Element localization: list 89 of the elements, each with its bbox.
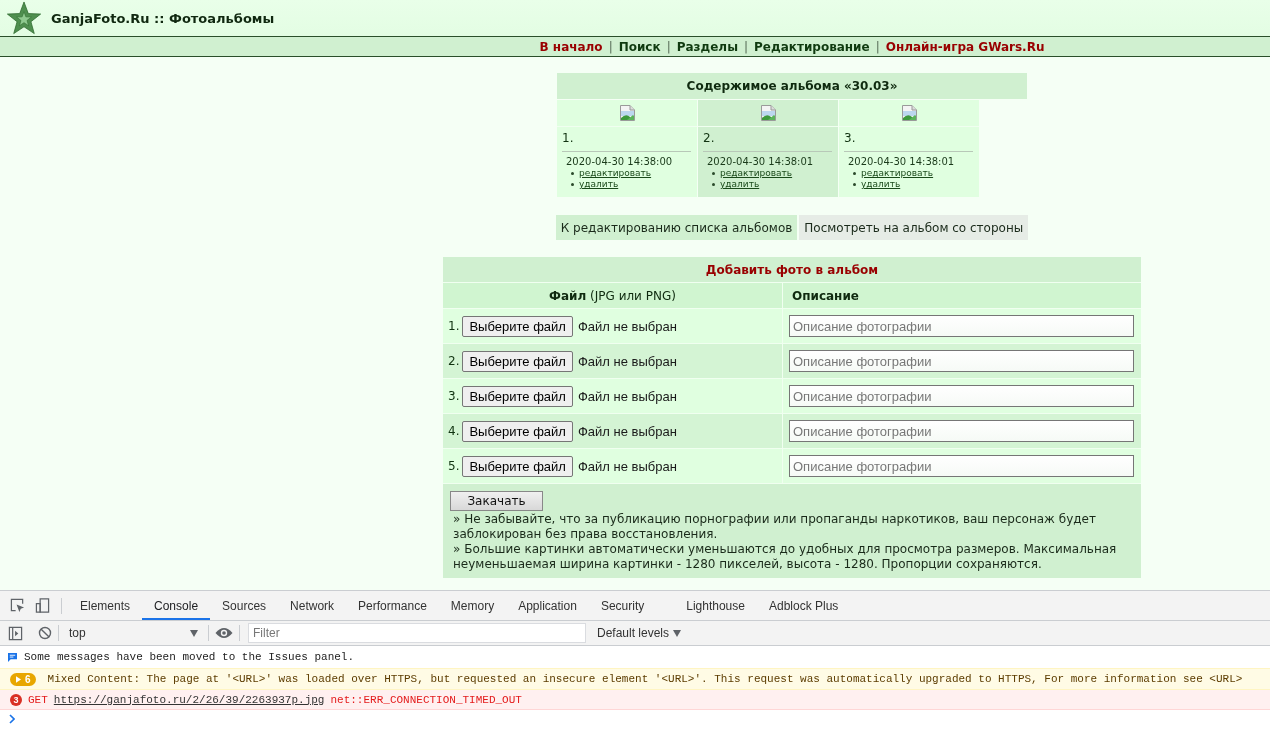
bullet-icon	[853, 183, 856, 186]
device-toolbar-icon[interactable]	[35, 598, 50, 613]
caret-icon	[190, 629, 198, 637]
devtools-tab[interactable]: Elements	[68, 591, 143, 620]
row-number: 1.	[448, 319, 460, 333]
nav-link[interactable]: Поиск	[618, 39, 661, 54]
prompt-chevron-icon[interactable]	[9, 714, 15, 724]
choose-file-button[interactable]: Выберите файл	[462, 350, 573, 372]
file-status: Файл не выбран	[577, 458, 677, 474]
error-count-badge: 3	[10, 693, 22, 706]
star-logo-icon	[6, 1, 42, 35]
caret-icon	[673, 629, 682, 637]
devtools-tab[interactable]: Application	[506, 591, 589, 620]
photo-action-link[interactable]: редактировать	[861, 168, 934, 179]
photo-date: 2020-04-30 14:38:01	[706, 156, 815, 168]
nav-link[interactable]: Разделы	[676, 39, 738, 54]
row-number: 5.	[448, 459, 460, 473]
console-message: Some messages have been moved to the Issues panel.	[24, 651, 355, 663]
row-number: 3.	[448, 389, 460, 403]
description-field[interactable]: Описание фотографии	[789, 315, 1134, 337]
nav-separator: |	[744, 39, 749, 54]
upload-button[interactable]: Закачать	[450, 491, 543, 511]
bullet-icon	[571, 183, 574, 186]
devtools-tab[interactable]: Network	[278, 591, 347, 620]
photo-action-link[interactable]: удалить	[720, 179, 760, 190]
devtools-tab[interactable]: Sources	[210, 591, 279, 620]
devtools-tab[interactable]: Lighthouse	[656, 591, 757, 620]
upload-title: Добавить фото в альбом	[443, 257, 1141, 282]
nav-link[interactable]: Онлайн-игра GWars.Ru	[885, 39, 1045, 54]
description-field[interactable]: Описание фотографии	[789, 455, 1134, 477]
photo-action-link[interactable]: удалить	[861, 179, 901, 190]
nav-separator: |	[666, 39, 671, 54]
photo-number: 2.	[703, 131, 832, 152]
nav-link[interactable]: В начало	[539, 39, 603, 54]
log-levels-select[interactable]: Default levels	[591, 625, 688, 641]
choose-file-button[interactable]: Выберите файл	[462, 455, 573, 477]
message-icon	[8, 652, 17, 662]
column-header: Файл (JPG или PNG)	[443, 283, 782, 308]
request-url-link[interactable]: https://ganjafoto.ru/2/26/39/2263937p.jpg	[53, 693, 325, 706]
description-field[interactable]: Описание фотографии	[789, 420, 1134, 442]
bullet-icon	[571, 172, 574, 175]
album-nav-button[interactable]: Посмотреть на альбом со стороны	[799, 215, 1029, 240]
bullet-icon	[712, 183, 715, 186]
broken-image-icon	[619, 105, 635, 121]
devtools-tab[interactable]: Adblock Plus	[756, 591, 851, 620]
bullet-icon	[853, 172, 856, 175]
console-error: net::ERR_CONNECTION_TIMED_OUT	[330, 693, 522, 706]
nav-separator: |	[875, 39, 880, 54]
broken-image-icon	[901, 105, 917, 121]
row-number: 4.	[448, 424, 460, 438]
console-warning: Mixed Content: The page at '<URL>' was loaded over HTTPS, but requested an insecure element '<URL>'. This request was automatically upgraded to HTTPS, For more information see <URL>	[47, 673, 1243, 685]
file-status: Файл не выбран	[577, 388, 677, 404]
photo-action-link[interactable]: удалить	[579, 179, 619, 190]
nav-link[interactable]: Редактирование	[754, 39, 870, 54]
photo-number: 1.	[562, 131, 691, 152]
upload-note: » Большие картинки автоматически уменьшаются до удобных для просмотра размеров. Максимальная неуменьшаемая ширина картинки - 1280 пикселей, высота - 1280. Пропорции сохраняются.	[452, 542, 1118, 572]
choose-file-button[interactable]: Выберите файл	[462, 420, 573, 442]
nav-separator: |	[608, 39, 613, 54]
inspect-element-icon[interactable]	[10, 598, 25, 613]
expand-arrow-icon	[16, 675, 21, 683]
photo-action-link[interactable]: редактировать	[579, 168, 652, 179]
description-field[interactable]: Описание фотографии	[789, 350, 1134, 372]
file-status: Файл не выбран	[577, 423, 677, 439]
broken-image-icon	[760, 105, 776, 121]
photo-number: 3.	[844, 131, 973, 152]
filter-field[interactable]: Filter	[248, 623, 586, 643]
sidebar-toggle-icon[interactable]	[8, 625, 23, 641]
context-select[interactable]: top	[65, 623, 202, 643]
devtools-tab[interactable]: Memory	[438, 591, 507, 620]
choose-file-button[interactable]: Выберите файл	[462, 385, 573, 407]
devtools-tab[interactable]: Security	[588, 591, 657, 620]
row-number: 2.	[448, 354, 460, 368]
file-status: Файл не выбран	[577, 318, 677, 334]
bullet-icon	[712, 172, 715, 175]
eye-icon[interactable]	[215, 627, 233, 639]
column-header: Описание	[783, 283, 1141, 308]
site-title: GanjaFoto.Ru :: Фотоальбомы	[51, 10, 275, 26]
photo-date: 2020-04-30 14:38:00	[565, 156, 674, 168]
upload-note: » Не забывайте, что за публикацию порнографии или пропаганды наркотиков, ваш персонаж будет заблокирован без права восстановления.	[452, 512, 1097, 542]
album-nav-button[interactable]: К редактированию списка альбомов	[555, 215, 798, 240]
description-field[interactable]: Описание фотографии	[789, 385, 1134, 407]
album-title: Содержимое альбома «30.03»	[557, 73, 1027, 99]
devtools-tab[interactable]: Performance	[346, 591, 439, 620]
photo-action-link[interactable]: редактировать	[720, 168, 793, 179]
clear-console-icon[interactable]	[38, 626, 52, 640]
photo-date: 2020-04-30 14:38:01	[847, 156, 956, 168]
request-method: GET	[28, 693, 48, 706]
file-status: Файл не выбран	[577, 353, 677, 369]
choose-file-button[interactable]: Выберите файл	[462, 315, 573, 337]
